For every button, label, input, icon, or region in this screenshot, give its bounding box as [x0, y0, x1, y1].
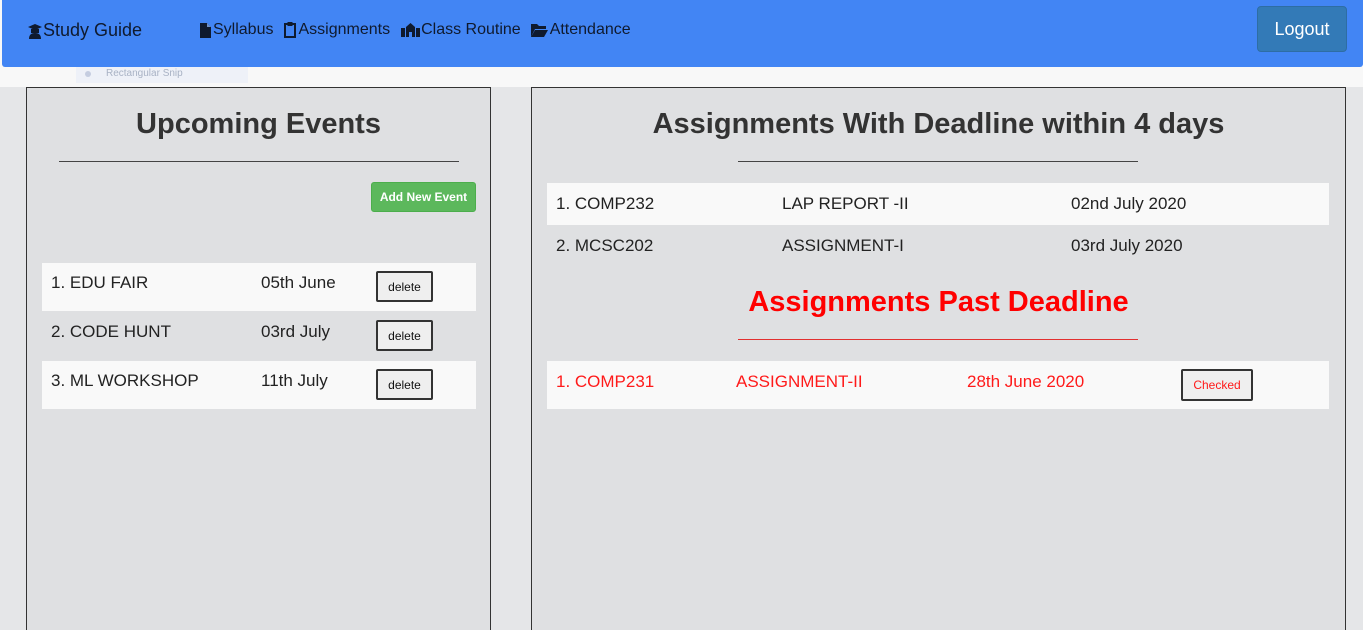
past-deadline-title: Assignments Past Deadline	[748, 286, 1129, 318]
file-icon	[198, 21, 212, 39]
event-row: 2. CODE HUNT 03rd July delete	[42, 311, 476, 359]
event-name: 1. EDU FAIR	[51, 273, 149, 292]
nav-label-syllabus: Syllabus	[213, 21, 274, 38]
past-assignment-row: 1. COMP231 ASSIGNMENT-II 28th June 2020 …	[547, 361, 1329, 409]
event-date: 05th June	[261, 273, 336, 292]
add-new-event-button[interactable]: Add New Event	[371, 182, 476, 212]
assignment-deadline: 03rd July 2020	[1071, 236, 1183, 255]
clipboard-icon	[283, 21, 297, 39]
event-name: 2. CODE HUNT	[51, 322, 171, 341]
assignments-title-divider	[738, 161, 1138, 162]
past-assignment-course: 1. COMP231	[556, 372, 655, 391]
nav-item-syllabus[interactable]: Syllabus	[198, 21, 273, 39]
assignment-row: 1. COMP232 LAP REPORT -II 02nd July 2020	[547, 183, 1329, 225]
folder-open-icon	[531, 21, 549, 39]
assignment-name: ASSIGNMENT-I	[782, 236, 904, 255]
nav-label-attendance: Attendance	[549, 21, 631, 38]
upcoming-events-title: Upcoming Events	[136, 108, 381, 140]
assignment-name: LAP REPORT -II	[782, 194, 909, 213]
nav-label-class-routine: Class Routine	[421, 21, 521, 38]
upcoming-events-panel: Upcoming Events Add New Event 1. EDU FAI…	[26, 87, 491, 630]
delete-event-button[interactable]: delete	[376, 320, 433, 351]
past-assignment-name: ASSIGNMENT-II	[736, 372, 863, 391]
brand-label: Study Guide	[43, 20, 143, 40]
nav-label-assignments: Assignments	[298, 21, 391, 38]
logout-button[interactable]: Logout	[1257, 6, 1347, 52]
school-icon	[400, 21, 420, 39]
event-date: 03rd July	[261, 322, 330, 341]
snip-tooltip: Rectangular Snip	[76, 67, 248, 83]
assignment-course: 2. MCSC202	[556, 236, 654, 255]
assignment-course: 1. COMP232	[556, 194, 655, 213]
checked-button[interactable]: Checked	[1181, 369, 1253, 401]
delete-event-button[interactable]: delete	[376, 369, 433, 400]
past-assignment-deadline: 28th June 2020	[967, 372, 1085, 391]
delete-event-button[interactable]: delete	[376, 271, 433, 302]
past-deadline-divider	[738, 339, 1138, 340]
event-row: 1. EDU FAIR 05th June delete	[42, 263, 476, 311]
snip-dot-icon	[85, 71, 91, 77]
event-date: 11th July	[261, 371, 328, 390]
snip-tooltip-label: Rectangular Snip	[106, 68, 183, 79]
brand[interactable]: Study Guide	[28, 20, 142, 41]
assignment-row: 2. MCSC202 ASSIGNMENT-I 03rd July 2020	[547, 225, 1329, 267]
event-name: 3. ML WORKSHOP	[51, 371, 199, 390]
nav-item-assignments[interactable]: Assignments	[283, 21, 390, 39]
event-row: 3. ML WORKSHOP 11th July delete	[42, 361, 476, 409]
upcoming-assignments-title: Assignments With Deadline within 4 days	[652, 108, 1225, 140]
assignment-deadline: 02nd July 2020	[1071, 194, 1187, 213]
nav-links: Syllabus Assignments Class Routine Atten…	[198, 21, 641, 39]
nav-item-class-routine[interactable]: Class Routine	[400, 21, 521, 39]
events-title-divider	[59, 161, 459, 162]
graduate-icon	[28, 22, 42, 40]
assignments-panel: Assignments With Deadline within 4 days …	[531, 87, 1346, 630]
top-navbar: Study Guide Syllabus Assignments Class R…	[2, 0, 1363, 67]
nav-item-attendance[interactable]: Attendance	[531, 21, 631, 39]
